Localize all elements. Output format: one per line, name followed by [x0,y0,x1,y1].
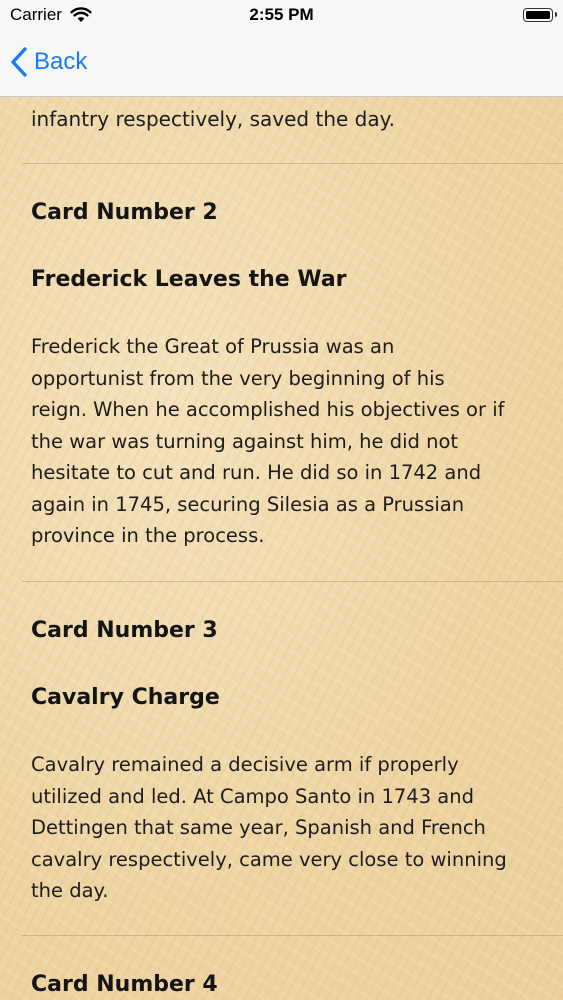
previous-card-text: infantry respectively, saved the day. [31,107,395,131]
status-bar: Carrier 2:55 PM [0,0,563,34]
card-number-label: Card Number 4 [31,972,218,997]
back-button[interactable]: Back [10,46,87,78]
card-title: Frederick Leaves the War [31,267,347,292]
card-body-line: hesitate to cut and run. He did so in 17… [31,461,482,484]
divider [22,581,563,582]
card-body-line: the war was turning against him, he did … [31,429,459,453]
card-number-label: Card Number 2 [31,200,218,225]
card-body-line: Dettingen that same year, Spanish and Fr… [31,816,486,839]
card-body-line: province in the process. [31,524,265,547]
card-number-label: Card Number 3 [31,618,218,643]
card-body-line: utilized and led. At Campo Santo in 1743… [31,784,474,808]
status-time: 2:55 PM [249,5,314,24]
card-title: Cavalry Charge [31,685,220,710]
navigation-bar: Back [0,34,563,97]
card-body-line: cavalry respectively, came very close to… [31,847,507,871]
card-body-line: Frederick the Great of Prussia was an [31,335,395,358]
card-body-line: the day. [31,879,109,902]
back-label: Back [34,48,88,75]
card-body-line: Cavalry remained a decisive arm if prope… [31,753,459,776]
card-body: Frederick the Great of Prussia was an op… [31,331,504,552]
divider [22,163,563,164]
divider [22,935,563,936]
chevron-left-icon [11,47,27,77]
card-list[interactable]: infantry respectively, saved the day. Ca… [0,96,563,1000]
card-body-line: again in 1745, securing Silesia as a Pru… [31,492,465,516]
battery-icon [523,8,557,22]
card-body: Cavalry remained a decisive arm if prope… [31,749,507,907]
card-body-line: opportunist from the very beginning of h… [31,366,445,390]
card-body-line: reign. When he accomplished his objectiv… [31,398,505,421]
